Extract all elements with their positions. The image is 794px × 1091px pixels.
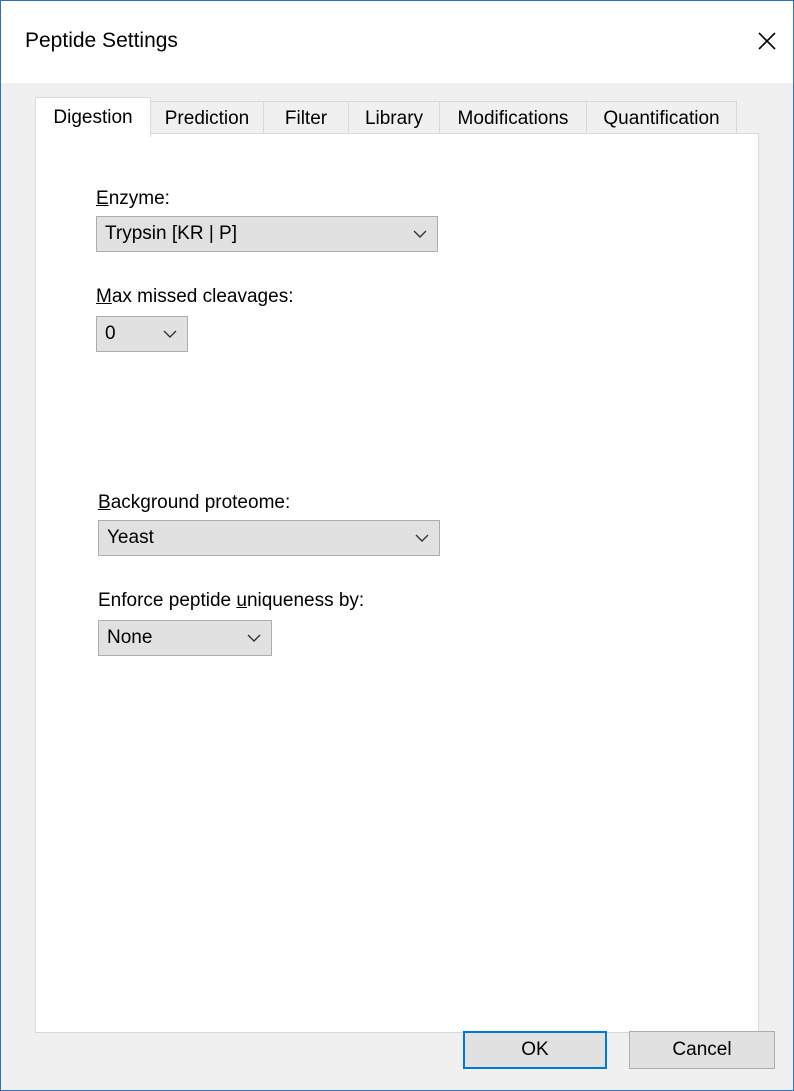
enzyme-value: Trypsin [KR | P] [105,223,237,244]
tab-filter[interactable]: Filter [263,101,349,135]
uniqueness-label: Enforce peptide uniqueness by: [98,590,365,611]
title-bar: Peptide Settings [1,1,793,83]
cancel-button[interactable]: Cancel [629,1031,775,1069]
tab-library[interactable]: Library [348,101,440,135]
tab-quantification[interactable]: Quantification [586,101,737,135]
digestion-panel: Enzyme: Trypsin [KR | P] Max missed clea… [35,133,759,1033]
max-missed-value: 0 [105,323,116,344]
background-proteome-label: Background proteome: [98,492,291,513]
dialog-title: Peptide Settings [25,29,178,52]
enzyme-dropdown[interactable]: Trypsin [KR | P] [96,216,438,252]
max-missed-dropdown[interactable]: 0 [96,316,188,352]
ok-button[interactable]: OK [463,1031,607,1069]
uniqueness-value: None [107,627,153,648]
tab-modifications[interactable]: Modifications [439,101,587,135]
enzyme-label: Enzyme: [96,188,170,209]
background-proteome-value: Yeast [107,527,154,548]
uniqueness-dropdown[interactable]: None [98,620,272,656]
dialog-window: Peptide Settings Digestion Prediction Fi… [0,0,794,1091]
close-icon [758,32,776,50]
chevron-down-icon [403,217,437,251]
max-missed-label: Max missed cleavages: [96,286,294,307]
close-button[interactable] [743,15,791,67]
chevron-down-icon [153,317,187,351]
tab-prediction[interactable]: Prediction [150,101,264,135]
background-proteome-dropdown[interactable]: Yeast [98,520,440,556]
chevron-down-icon [405,521,439,555]
chevron-down-icon [237,621,271,655]
tab-digestion[interactable]: Digestion [35,97,151,137]
